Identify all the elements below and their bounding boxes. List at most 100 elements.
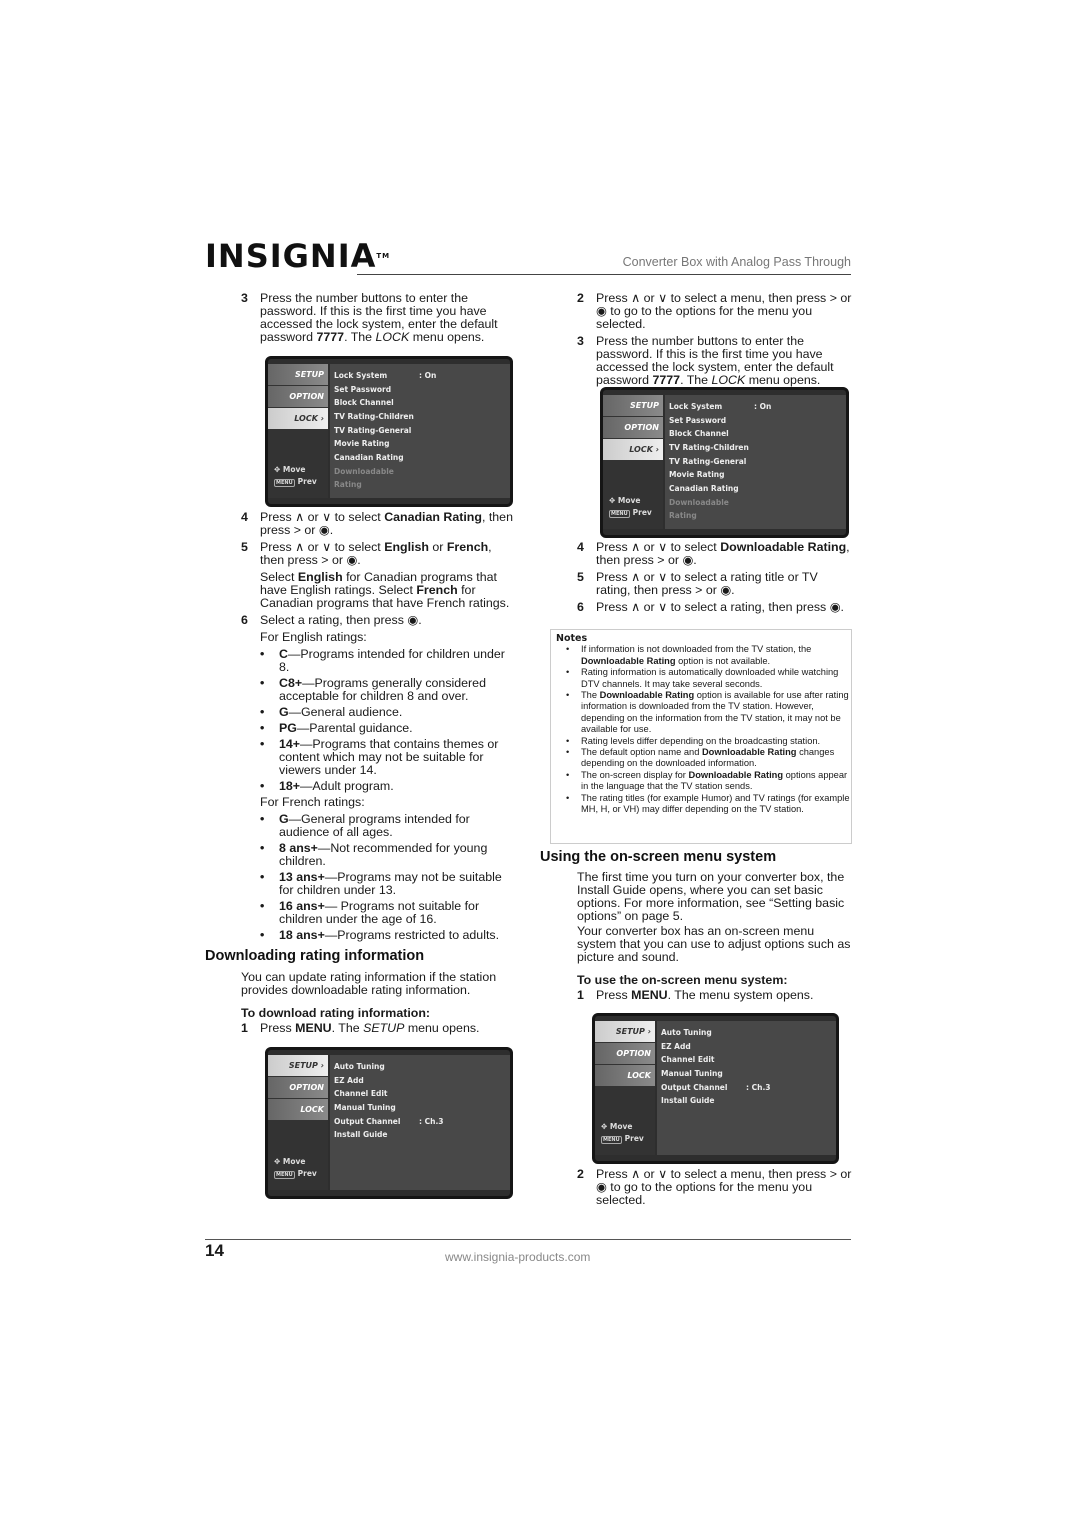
text-run: —Programs intended for children under 8.: [279, 647, 505, 674]
bold-text: G: [279, 705, 289, 719]
option-label: Auto Tuning: [334, 1062, 385, 1071]
left-step-5: 5 Press ∧ or ∨ to select English or Frenc…: [241, 541, 516, 567]
on-screen-menu-para-2: Your converter box has an on-screen menu…: [577, 924, 851, 964]
note-text: The default option name and Downloadable…: [581, 747, 851, 770]
notes-box: Notes • If information is not downloaded …: [550, 629, 852, 844]
text-run: Press ∧ or ∨ to select a rating title or…: [596, 570, 818, 597]
option-label: Block Channel: [669, 429, 729, 439]
text-run: Select a rating, then press ◉.: [260, 613, 422, 627]
insignia-logo: INSIGNIATM: [205, 240, 390, 272]
text-run: . The: [344, 330, 376, 344]
lock-menu-screenshot-right: SETUP OPTION LOCK › ✥ Move MENU Prev Lock Syst…: [600, 387, 849, 538]
menu-tab-option: OPTION: [268, 1077, 328, 1098]
text-run: Rating levels differ depending on the br…: [581, 735, 821, 746]
text-run: Select: [260, 570, 298, 584]
menu-sidebar: SETUP OPTION LOCK › ✥ Move MENU Prev: [268, 364, 328, 498]
note-text: The Downloadable Rating option is availa…: [581, 690, 851, 736]
menu-tab-option: OPTION: [603, 417, 663, 438]
manual-page: INSIGNIATM Converter Box with Analog Pas…: [0, 0, 1080, 1527]
note-item: • The Downloadable Rating option is avail…: [566, 690, 851, 736]
move-label: Move: [282, 1157, 306, 1166]
bullet: •: [260, 647, 265, 661]
section-heading-on-screen-menu: Using the on-screen menu system: [540, 849, 777, 865]
menu-tab-setup: SETUP ›: [268, 1055, 328, 1076]
bullet: •: [260, 841, 265, 855]
menu-option: Downloadable Rating: [665, 496, 846, 520]
bold-text: MENU: [295, 1021, 332, 1035]
text-run: —Programs restricted to adults.: [324, 928, 500, 942]
menu-option: EZ Add: [657, 1040, 836, 1054]
prev-hint: MENU Prev: [274, 475, 317, 490]
option-label: Install Guide: [661, 1096, 715, 1106]
use-menu-subhead: To use the on-screen menu system:: [577, 973, 788, 987]
rating-item: • 18 ans+—Programs restricted to adults.: [260, 929, 516, 942]
bold-text: C8+: [279, 676, 303, 690]
footer-rule: [205, 1239, 851, 1240]
menu-key-icon: MENU: [609, 510, 630, 518]
bold-text: 18+: [279, 779, 301, 793]
lock-menu-screenshot: SETUP OPTION LOCK › ✥ Move MENU Prev Lock Syst…: [265, 356, 513, 507]
right-step-1: 1 Press MENU. The menu system opens.: [577, 989, 852, 1002]
french-ratings-list: • G—General programs intended for audienc…: [241, 813, 516, 942]
bullet: •: [566, 769, 570, 780]
bold-text: 7777: [652, 373, 681, 387]
bullet: •: [260, 705, 265, 719]
menu-option: Auto Tuning: [657, 1026, 836, 1040]
section-heading-downloading: Downloading rating information: [205, 948, 425, 964]
menu-option: Install Guide: [657, 1094, 836, 1108]
text-run: Press: [596, 988, 632, 1002]
rating-text: C—Programs intended for children under 8…: [279, 648, 516, 674]
step-text: Press ∧ or ∨ to select a menu, then pres…: [596, 292, 852, 331]
bold-text: Canadian Rating: [384, 510, 482, 524]
menu-tab-setup: SETUP: [268, 364, 328, 385]
text-run: —Programs that contains themes or conten…: [279, 737, 499, 777]
text-run: —Programs generally considered acceptabl…: [279, 676, 486, 703]
option-label: Movie Rating: [669, 470, 725, 480]
rating-item: • PG—Parental guidance.: [260, 722, 516, 735]
text-run: The rating titles (for example Humor) an…: [581, 792, 850, 815]
move-icon: ✥: [609, 496, 618, 505]
option-label: Canadian Rating: [669, 484, 739, 494]
step-number: 5: [577, 570, 584, 584]
menu-option: Set Password: [665, 414, 846, 428]
rating-item: • 8 ans+—Not recommended for young childr…: [260, 842, 516, 868]
menu-key-icon: MENU: [274, 1171, 295, 1179]
page-number: 14: [205, 1241, 224, 1260]
bullet: •: [260, 721, 265, 735]
menu-tab-setup: SETUP: [603, 395, 663, 416]
menu-option: Canadian Rating: [665, 482, 846, 496]
step-number: 4: [241, 510, 248, 524]
text-run: —Parental guidance.: [296, 721, 413, 735]
menu-option: Channel Edit: [657, 1053, 836, 1067]
prev-label: Prev: [632, 508, 652, 517]
footer-url[interactable]: www.insignia-products.com: [445, 1251, 590, 1264]
rating-item: • C—Programs intended for children under …: [260, 648, 516, 674]
note-text: Rating levels differ depending on the br…: [581, 736, 820, 747]
logo-text: INSIGNIA: [205, 237, 377, 275]
text-run: . The menu system opens.: [667, 988, 814, 1002]
bullet: •: [260, 928, 265, 942]
menu-tab-option: OPTION: [268, 386, 328, 407]
rating-item: • 14+—Programs that contains themes or co…: [260, 738, 516, 777]
note-text: Rating information is automatically down…: [581, 667, 851, 690]
bold-text: 8 ans+: [279, 841, 318, 855]
step-number: 2: [577, 1167, 584, 1181]
english-ratings-list: • C—Programs intended for children under …: [241, 648, 516, 793]
step-number: 3: [241, 291, 248, 305]
option-label: Auto Tuning: [661, 1028, 712, 1037]
rating-text: 13 ans+—Programs may not be suitable for…: [279, 871, 516, 897]
bold-text: English: [297, 570, 343, 584]
step-text: Press ∧ or ∨ to select a menu, then pres…: [596, 1168, 852, 1207]
text-run: Press ∧ or ∨ to select a menu, then pres…: [596, 1167, 852, 1207]
bullet: •: [260, 812, 265, 826]
bullet: •: [566, 747, 570, 758]
bold-text: French: [416, 583, 458, 597]
text-run: —Adult program.: [300, 779, 394, 793]
note-text: The rating titles (for example Humor) an…: [581, 793, 851, 816]
rating-text: 18 ans+—Programs restricted to adults.: [279, 929, 499, 942]
bold-text: 18 ans+: [279, 928, 325, 942]
option-label: TV Rating-General: [334, 425, 412, 435]
right-step-5: 5 Press ∧ or ∨ to select a rating title o…: [577, 571, 852, 597]
option-label: Lock System: [669, 402, 723, 411]
step-text: Press ∧ or ∨ to select Canadian Rating, …: [260, 511, 516, 537]
